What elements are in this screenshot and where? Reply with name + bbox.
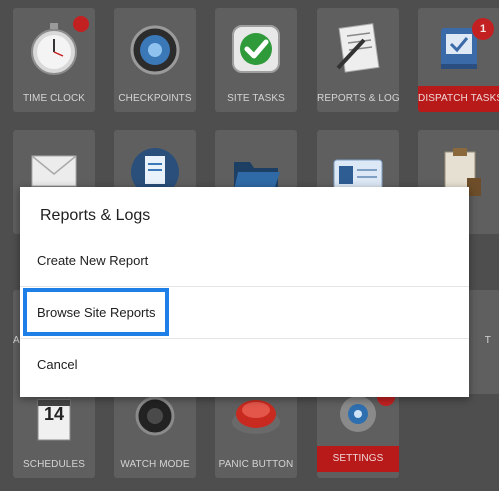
tile-label: TIME CLOCK — [22, 93, 86, 104]
tile-label: PANIC BUTTON — [218, 459, 294, 470]
tile-site-tasks[interactable]: SITE TASKS — [215, 8, 297, 112]
cancel-option[interactable]: Cancel — [20, 339, 469, 391]
dispatch-count-badge: 1 — [472, 18, 494, 40]
tile-reports-logs[interactable]: REPORTS & LOGS — [317, 8, 399, 112]
tile-label: SITE TASKS — [227, 93, 285, 104]
create-new-report-option[interactable]: Create New Report — [20, 235, 469, 287]
tile-label: SETTINGS — [317, 446, 399, 472]
calendar-day: 14 — [43, 404, 65, 424]
dialog-title: Reports & Logs — [40, 207, 151, 224]
clipboard-pen-icon — [336, 23, 380, 73]
tile-label: SCHEDULES — [22, 459, 86, 470]
notification-dot — [73, 16, 89, 32]
checkmark-icon — [232, 25, 280, 73]
tile-label: REPORTS & LOGS — [317, 93, 399, 104]
tile-label: DISPATCH TASKS — [418, 86, 499, 112]
checkpoint-icon — [130, 25, 180, 75]
tile-dispatch-tasks[interactable]: 1 DISPATCH TASKS — [418, 8, 499, 112]
tile-time-clock[interactable]: TIME CLOCK — [13, 8, 95, 112]
selection-highlight — [23, 288, 169, 336]
reports-logs-dialog: Reports & Logs Create New Report Browse … — [20, 187, 469, 397]
tile-label: CHECKPOINTS — [118, 93, 192, 104]
tile-checkpoints[interactable]: CHECKPOINTS — [114, 8, 196, 112]
tile-label: WATCH MODE — [120, 459, 190, 470]
